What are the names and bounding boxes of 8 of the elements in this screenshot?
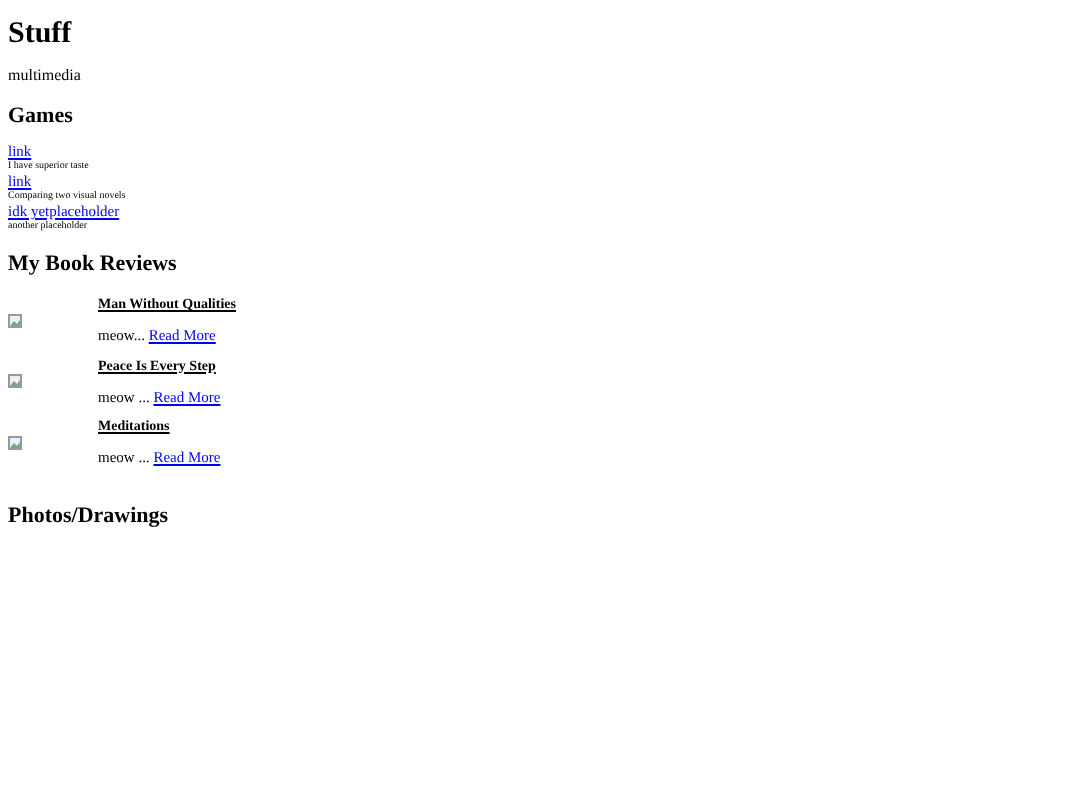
broken-image-icon xyxy=(8,374,22,389)
section-heading: Photos/Drawings xyxy=(8,501,171,529)
subtitle: multimedia xyxy=(8,66,83,86)
broken-image-icon xyxy=(8,313,22,328)
page-title: Stuff xyxy=(8,16,74,52)
broken-image-icon xyxy=(8,435,22,450)
section-heading: Games xyxy=(8,102,75,130)
section-heading: My Book Reviews xyxy=(8,250,179,278)
